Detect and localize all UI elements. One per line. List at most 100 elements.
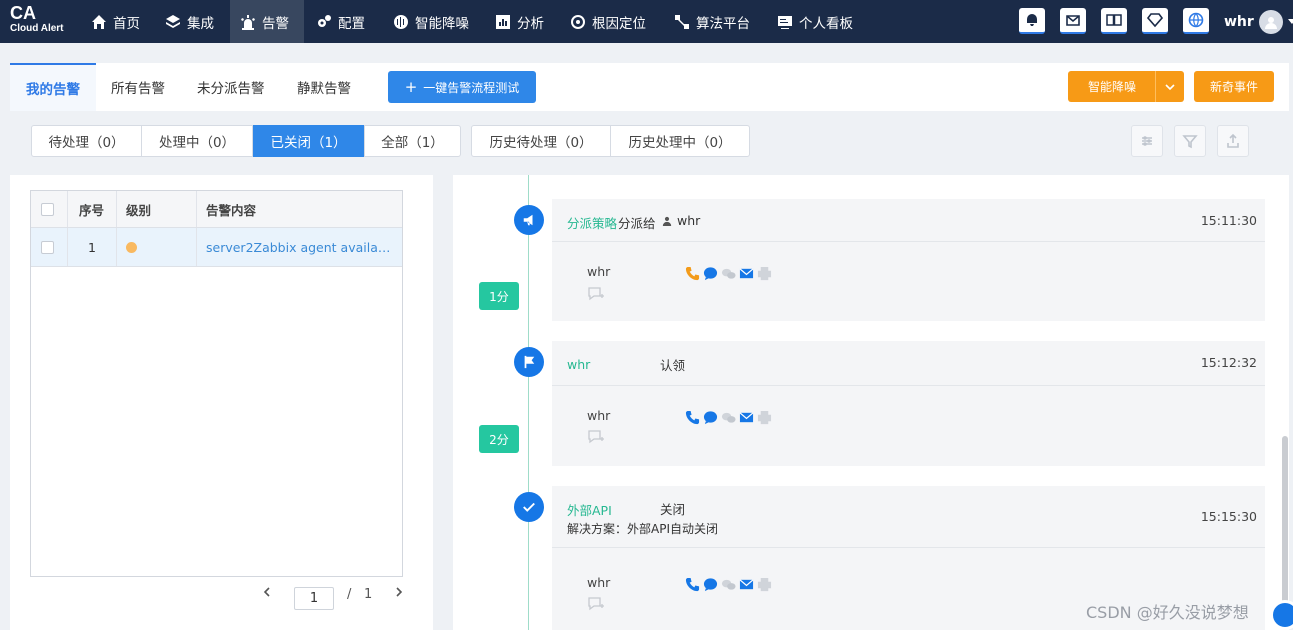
status-tab-label: 待处理（0） <box>48 135 125 151</box>
status-tab-label: 全部（1） <box>381 135 444 151</box>
event-actor[interactable]: whr <box>567 357 590 372</box>
tab-all-alerts[interactable]: 所有告警 <box>111 63 165 111</box>
layers-icon <box>165 14 181 30</box>
notify-channels <box>685 577 772 592</box>
alert-tabbar: 我的告警 所有告警 未分派告警 静默告警 + 一键告警流程测试 智能降噪 新奇事… <box>10 63 1289 111</box>
mail-tool-icon <box>1066 15 1080 26</box>
bell-tool-button[interactable] <box>1019 8 1045 34</box>
watermark: CSDN @好久没说梦想 <box>1086 603 1249 622</box>
new-event-button[interactable]: 新奇事件 <box>1194 71 1274 102</box>
nav-item-alerts[interactable]: 告警 <box>230 0 304 43</box>
email-icon <box>739 268 754 279</box>
nav-item-label: 分析 <box>517 15 544 32</box>
event-time: 15:12:32 <box>1200 355 1257 370</box>
tab-silenced-alerts[interactable]: 静默告警 <box>297 63 351 111</box>
column-header-index[interactable]: 序号 <box>79 191 104 227</box>
row-checkbox[interactable] <box>41 228 54 266</box>
nav-item-analysis[interactable]: 分析 <box>495 0 544 43</box>
user-icon <box>662 216 672 226</box>
tab-label: 未分派告警 <box>197 81 265 97</box>
nav-item-root-cause[interactable]: 根因定位 <box>570 0 646 43</box>
status-tab-label: 处理中（0） <box>158 135 236 151</box>
nav-item-algorithm[interactable]: 算法平台 <box>674 0 750 43</box>
comment-icon[interactable] <box>587 430 605 444</box>
table-row[interactable]: 1 server2Zabbix agent availability... <box>31 228 402 267</box>
status-tab-history-pending[interactable]: 历史待处理（0） <box>471 125 611 157</box>
duration-badge: 2分 <box>479 425 519 453</box>
nav-item-config[interactable]: 配置 <box>316 0 365 43</box>
printer-icon <box>757 577 772 592</box>
chevron-down-icon <box>1287 19 1293 24</box>
row-index: 1 <box>88 239 96 255</box>
event-action: 分派给 <box>618 216 656 231</box>
event-time: 15:15:30 <box>1200 509 1257 524</box>
tab-label: 我的告警 <box>26 82 80 98</box>
export-button[interactable] <box>1217 125 1249 157</box>
wechat-icon <box>721 412 736 423</box>
status-tab-label: 已关闭（1） <box>270 135 347 151</box>
event-header: 外部API 关闭 解决方案：外部API自动关闭 15:15:30 <box>552 486 1265 548</box>
nav-item-label: 集成 <box>187 15 214 32</box>
top-nav: CA Cloud Alert 首页 集成 告警 配置 智能降噪 分析 根因定位 … <box>0 0 1293 43</box>
nav-item-noise[interactable]: 智能降噪 <box>393 0 469 43</box>
event-assignee: whr <box>662 213 700 228</box>
event-actor[interactable]: 分派策略 <box>567 213 617 232</box>
select-all-checkbox[interactable] <box>41 191 54 227</box>
noise-reduction-button[interactable]: 智能降噪 <box>1068 71 1156 102</box>
status-tab-processing[interactable]: 处理中（0） <box>141 125 253 157</box>
status-tab-label: 历史待处理（0） <box>489 135 593 151</box>
avatar <box>1258 9 1283 34</box>
nav-item-integration[interactable]: 集成 <box>165 0 214 43</box>
noise-reduction-label: 智能降噪 <box>1087 80 1136 94</box>
mail-tool-button[interactable] <box>1060 8 1086 34</box>
comment-icon[interactable] <box>587 597 605 611</box>
tab-my-alerts[interactable]: 我的告警 <box>10 63 96 111</box>
nav-item-home[interactable]: 首页 <box>91 0 140 43</box>
printer-icon <box>757 410 772 425</box>
help-float-button[interactable] <box>1270 600 1293 630</box>
plus-icon: + <box>404 77 418 96</box>
page-separator: / <box>347 587 352 602</box>
globe-tool-button[interactable] <box>1183 8 1209 34</box>
chevron-left-icon <box>263 587 270 597</box>
noise-dropdown-button[interactable] <box>1155 71 1184 102</box>
column-header-content[interactable]: 告警内容 <box>206 191 256 227</box>
brand-logo[interactable]: CA Cloud Alert <box>10 3 70 35</box>
nav-item-label: 告警 <box>262 15 289 32</box>
tab-label: 静默告警 <box>297 81 351 97</box>
next-page-button[interactable] <box>394 587 404 597</box>
settings-filter-button[interactable] <box>1131 125 1163 157</box>
prev-page-button[interactable] <box>262 587 272 597</box>
nav-item-label: 算法平台 <box>696 15 750 32</box>
tab-unassigned-alerts[interactable]: 未分派告警 <box>197 63 265 111</box>
status-tab-history-processing[interactable]: 历史处理中（0） <box>610 125 750 157</box>
assignee-name: whr <box>677 213 701 228</box>
status-tab-pending[interactable]: 待处理（0） <box>31 125 142 157</box>
nav-item-dashboard[interactable]: 个人看板 <box>777 0 853 43</box>
upload-icon <box>1227 133 1239 148</box>
target-icon <box>570 14 586 30</box>
flow-test-button[interactable]: + 一键告警流程测试 <box>388 71 536 103</box>
row-content-link[interactable]: server2Zabbix agent availability... <box>206 228 396 266</box>
column-header-level[interactable]: 级别 <box>126 191 151 227</box>
user-menu[interactable]: whr <box>1224 0 1293 43</box>
event-action: 认领 <box>660 358 686 373</box>
diamond-tool-button[interactable] <box>1142 8 1168 34</box>
chevron-right-icon <box>396 587 403 597</box>
brand-subtitle: Cloud Alert <box>10 23 64 34</box>
home-icon <box>91 14 107 30</box>
status-tab-closed[interactable]: 已关闭（1） <box>253 125 364 157</box>
book-tool-button[interactable] <box>1101 8 1127 34</box>
filter-button[interactable] <box>1174 125 1206 157</box>
event-action: 关闭 <box>660 502 686 517</box>
globe-tool-icon <box>1188 12 1204 28</box>
comment-icon[interactable] <box>587 287 605 301</box>
phone-icon <box>685 266 700 281</box>
status-tab-all[interactable]: 全部（1） <box>364 125 461 157</box>
funnel-icon <box>1182 135 1198 149</box>
algorithm-icon <box>674 14 690 30</box>
event-actor[interactable]: 外部API <box>567 500 612 519</box>
phone-icon <box>685 410 700 425</box>
page-number-input[interactable]: 1 <box>294 587 334 610</box>
printer-icon <box>757 266 772 281</box>
